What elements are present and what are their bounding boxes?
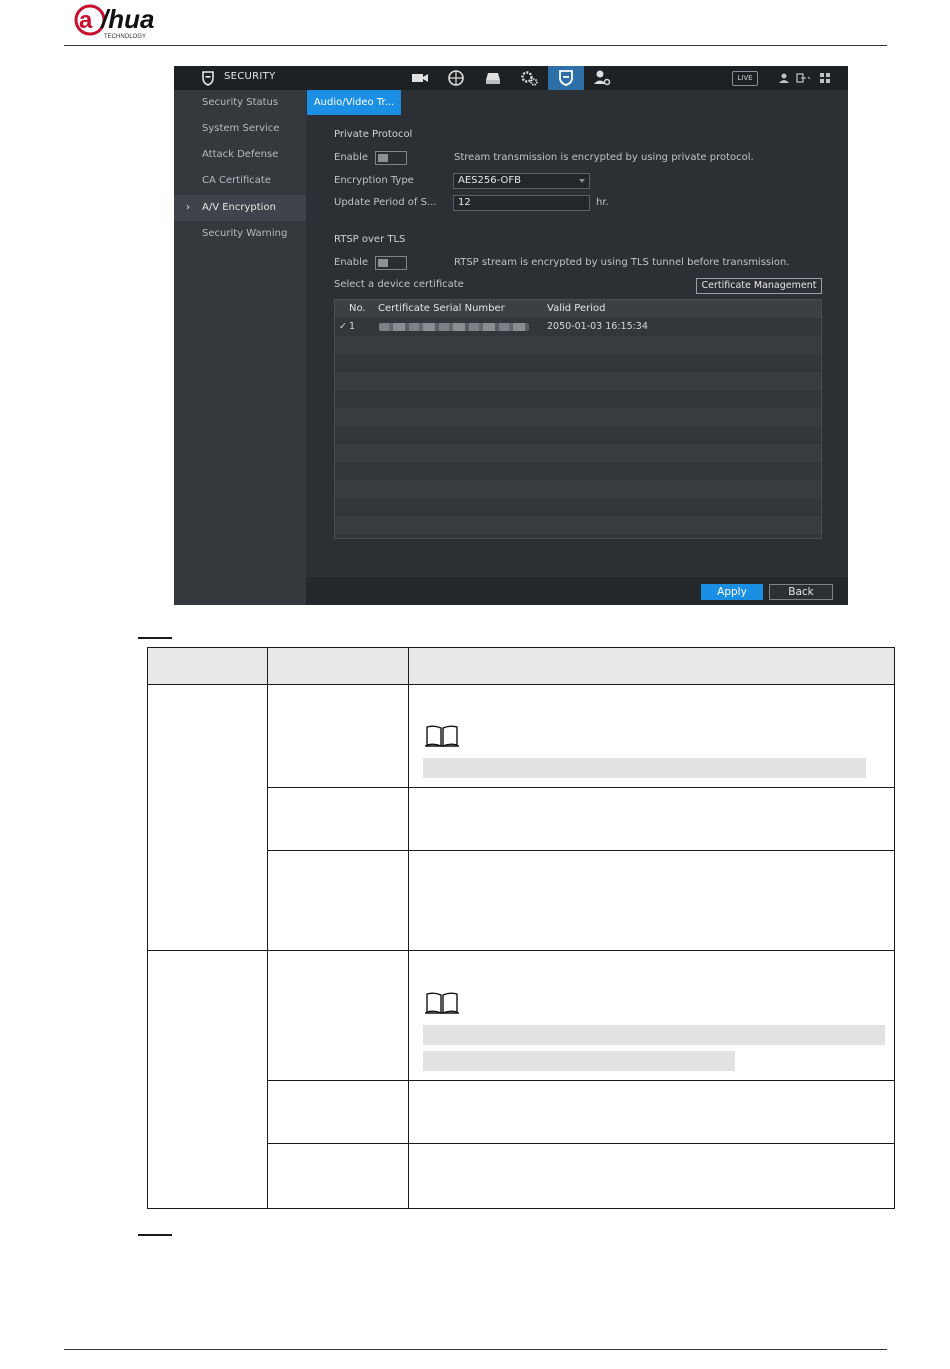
- grid-icon[interactable]: [819, 72, 831, 84]
- header-title: SECURITY: [224, 71, 276, 82]
- row-valid-period: 2050-01-03 16:15:34: [547, 321, 648, 332]
- empty-row: [335, 390, 821, 408]
- bottom-bar: [306, 577, 848, 605]
- empty-row: [335, 426, 821, 444]
- storage-icon[interactable]: [483, 69, 503, 87]
- camera-icon[interactable]: [410, 69, 430, 87]
- logout-icon[interactable]: [796, 72, 812, 84]
- redacted-serial-number: [379, 323, 529, 331]
- footer-divider: [64, 1349, 887, 1350]
- account-icon[interactable]: [592, 69, 612, 87]
- sidebar-item-security-warning[interactable]: Security Warning: [174, 221, 306, 247]
- enable-label: Enable: [334, 257, 369, 268]
- table-row[interactable]: ✓ 1 2050-01-03 16:15:34: [335, 318, 821, 336]
- settings-icon[interactable]: [519, 69, 539, 87]
- nvr-security-screenshot: SECURITY LIVE Security Status System Ser…: [174, 66, 848, 605]
- rtsp-tls-description: RTSP stream is encrypted by using TLS tu…: [454, 257, 790, 268]
- user-icon[interactable]: [778, 72, 790, 84]
- column-divider: [408, 647, 409, 1209]
- svg-text:TECHNOLOGY: TECHNOLOGY: [104, 34, 146, 40]
- update-period-label: Update Period of S...: [334, 197, 437, 208]
- shield-icon: [202, 71, 214, 86]
- select-certificate-label: Select a device certificate: [334, 279, 464, 290]
- sidebar-item-label: A/V Encryption: [202, 202, 276, 213]
- back-button[interactable]: Back: [769, 584, 833, 600]
- enable-label: Enable: [334, 152, 369, 163]
- chevron-right-icon: ›: [186, 202, 190, 213]
- parameter-table-header: [148, 648, 894, 684]
- dahua-logo: a /hua TECHNOLOGY: [74, 4, 154, 40]
- table-border: [147, 1208, 895, 1209]
- column-no: No.: [349, 303, 366, 314]
- row-divider: [267, 850, 895, 851]
- empty-row: [335, 444, 821, 462]
- encryption-type-select[interactable]: AES256-OFB: [453, 173, 590, 189]
- row-divider: [267, 787, 895, 788]
- private-protocol-toggle[interactable]: [375, 151, 407, 165]
- svg-text:a: a: [79, 7, 93, 34]
- encryption-type-label: Encryption Type: [334, 175, 414, 186]
- empty-row: [335, 354, 821, 372]
- svg-text:/hua: /hua: [100, 4, 154, 34]
- table-border: [894, 647, 895, 1209]
- dropdown-arrow-icon: [579, 179, 585, 183]
- empty-row: [335, 408, 821, 426]
- note-book-icon: [425, 725, 459, 748]
- redacted-note: [423, 1025, 885, 1045]
- encryption-type-value: AES256-OFB: [458, 175, 521, 186]
- row-divider: [147, 950, 895, 951]
- security-shield-icon[interactable]: [556, 69, 576, 87]
- empty-row: [335, 516, 821, 534]
- network-icon[interactable]: [446, 69, 466, 87]
- update-period-unit: hr.: [596, 197, 609, 208]
- live-button[interactable]: LIVE: [732, 71, 758, 86]
- row-divider: [267, 1080, 895, 1081]
- redacted-note: [423, 758, 866, 778]
- certificate-table: No. Certificate Serial Number Valid Peri…: [334, 299, 822, 539]
- private-protocol-description: Stream transmission is encrypted by usin…: [454, 152, 754, 163]
- apply-button[interactable]: Apply: [701, 584, 763, 600]
- row-divider: [147, 684, 895, 685]
- tab-audio-video-transmission[interactable]: Audio/Video Tr...: [307, 90, 401, 115]
- empty-row: [335, 498, 821, 516]
- header-divider: [64, 45, 887, 46]
- row-check-icon[interactable]: ✓: [339, 321, 347, 332]
- rtsp-over-tls-heading: RTSP over TLS: [334, 234, 406, 245]
- table-border: [147, 647, 148, 1209]
- step-marker: [138, 637, 172, 639]
- update-period-input[interactable]: 12: [453, 195, 590, 211]
- empty-row: [335, 480, 821, 498]
- table-border: [147, 647, 895, 648]
- redacted-note: [423, 1051, 735, 1071]
- private-protocol-heading: Private Protocol: [334, 129, 413, 140]
- sidebar-item-security-status[interactable]: Security Status: [174, 90, 306, 116]
- sidebar-item-ca-certificate[interactable]: CA Certificate: [174, 168, 306, 194]
- sidebar-item-attack-defense[interactable]: Attack Defense: [174, 142, 306, 168]
- column-serial-number: Certificate Serial Number: [378, 303, 505, 314]
- empty-row: [335, 372, 821, 390]
- empty-row: [335, 462, 821, 480]
- column-valid-period: Valid Period: [547, 303, 606, 314]
- certificate-management-button[interactable]: Certificate Management: [696, 278, 822, 294]
- rtsp-tls-toggle[interactable]: [375, 256, 407, 270]
- sidebar-item-system-service[interactable]: System Service: [174, 116, 306, 142]
- row-number: 1: [349, 321, 356, 332]
- empty-row: [335, 336, 821, 354]
- note-book-icon: [425, 992, 459, 1015]
- sidebar-item-av-encryption[interactable]: › A/V Encryption: [174, 195, 306, 221]
- row-divider: [267, 1143, 895, 1144]
- column-divider: [267, 647, 268, 1209]
- step-marker: [138, 1234, 172, 1236]
